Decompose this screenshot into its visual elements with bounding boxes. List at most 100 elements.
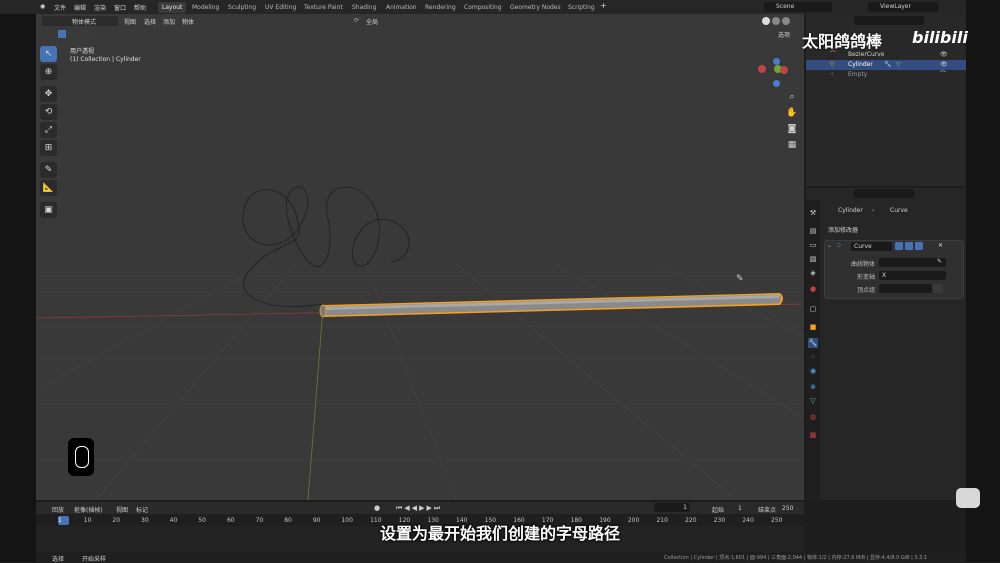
menu-render[interactable]: 渲染 bbox=[94, 3, 106, 12]
menu-file[interactable]: 文件 bbox=[54, 3, 66, 12]
tab-texture-paint[interactable]: Texture Paint bbox=[300, 2, 347, 13]
rotate-tool-button[interactable]: ⟲ bbox=[40, 104, 57, 120]
physics-tab-icon[interactable]: ◉ bbox=[808, 366, 818, 376]
viewport-toggle[interactable] bbox=[905, 242, 913, 250]
measure-tool-button[interactable]: 📐 bbox=[40, 180, 57, 196]
zoom-icon[interactable]: ⌕ bbox=[785, 90, 799, 104]
scene-selector[interactable]: Scene bbox=[764, 2, 832, 12]
options-button[interactable]: 选项 bbox=[778, 30, 790, 39]
outliner-row[interactable]: ⁘ Empty ⌒ bbox=[806, 70, 966, 80]
end-frame-value[interactable]: 250 bbox=[782, 505, 793, 512]
tl-menu-playback[interactable]: 回放 bbox=[52, 505, 64, 514]
vp-menu-add[interactable]: 添加 bbox=[163, 17, 175, 26]
curve-object-label: 曲线物体 bbox=[850, 261, 875, 268]
texture-tab-icon[interactable]: ▩ bbox=[808, 430, 818, 440]
tab-uv-editing[interactable]: UV Editing bbox=[261, 2, 300, 13]
tab-sculpting[interactable]: Sculpting bbox=[224, 2, 260, 13]
data-tab-icon[interactable]: ▽ bbox=[808, 396, 818, 406]
tab-compositing[interactable]: Compositing bbox=[460, 2, 506, 13]
scene-tab-icon[interactable]: ◈ bbox=[808, 268, 818, 278]
menu-edit[interactable]: 编辑 bbox=[74, 3, 86, 12]
eyedropper-icon[interactable]: ✎ bbox=[937, 258, 942, 265]
pan-hand-icon[interactable]: ✋ bbox=[785, 106, 799, 120]
tab-rendering[interactable]: Rendering bbox=[421, 2, 460, 13]
timeline-tick-label: 240 bbox=[742, 517, 754, 524]
tl-menu-keying[interactable]: 抠像(插帧) bbox=[74, 505, 103, 514]
mode-selector[interactable]: 物体模式 bbox=[60, 16, 118, 26]
timeline-tick-label: 230 bbox=[713, 517, 726, 524]
start-frame-label: 起始 bbox=[712, 507, 725, 514]
world-tab-icon[interactable]: ● bbox=[808, 284, 818, 294]
transform-orientation[interactable]: 全局 bbox=[366, 17, 378, 26]
tool-tab-icon[interactable]: ⚒ bbox=[808, 208, 818, 218]
tab-layout[interactable]: Layout bbox=[158, 2, 187, 13]
vp-menu-select[interactable]: 选择 bbox=[144, 17, 156, 26]
render-tab-icon[interactable]: ▤ bbox=[808, 226, 818, 236]
visibility-eye-icon[interactable]: 👁 bbox=[940, 60, 948, 70]
tl-menu-marker[interactable]: 标记 bbox=[136, 505, 148, 514]
scene-name: Scene bbox=[776, 3, 795, 10]
curve-object-field[interactable] bbox=[879, 258, 946, 267]
cursor-tool-button[interactable]: ⊕ bbox=[40, 64, 57, 80]
edit-mode-toggle[interactable] bbox=[895, 242, 903, 250]
scale-tool-button[interactable]: ⤢ bbox=[40, 122, 57, 138]
invert-vertex-group-button[interactable] bbox=[933, 284, 943, 293]
outliner-row-selected[interactable]: ▽ Cylinder 🔧 ▽ 👁 bbox=[806, 60, 966, 70]
material-tab-icon[interactable]: ◍ bbox=[808, 412, 818, 422]
transform-tool-button[interactable]: ⊞ bbox=[40, 140, 57, 156]
playback-controls[interactable]: ⏮◀◀▶▶⏭ bbox=[396, 504, 442, 513]
timeline-tick-label: 60 bbox=[226, 517, 235, 524]
tab-modeling[interactable]: Modeling bbox=[188, 2, 223, 13]
collapse-chevron-icon[interactable]: ⌄ bbox=[827, 242, 832, 249]
visibility-eye-icon[interactable]: ⌒ bbox=[940, 70, 946, 80]
eyedropper-cursor-icon: ✎ bbox=[736, 274, 744, 284]
outliner-search-input[interactable] bbox=[854, 16, 924, 25]
deform-axis-label: 形变轴 bbox=[856, 274, 875, 281]
output-tab-icon[interactable]: ▭ bbox=[808, 240, 818, 250]
vp-menu-object[interactable]: 物体 bbox=[182, 17, 194, 26]
menu-help[interactable]: 帮助 bbox=[134, 3, 146, 12]
tl-menu-view[interactable]: 视图 bbox=[116, 505, 128, 514]
modifier-name-field[interactable]: Curve bbox=[851, 242, 892, 251]
select-tool-button[interactable]: ↖ bbox=[40, 46, 57, 62]
shading-buttons[interactable] bbox=[692, 16, 796, 26]
render-toggle[interactable] bbox=[915, 242, 923, 250]
tab-geometry-nodes[interactable]: Geometry Nodes bbox=[506, 2, 565, 13]
deform-axis-select[interactable]: X bbox=[879, 271, 946, 280]
selection-mode-buttons[interactable] bbox=[58, 30, 108, 39]
outliner-item-label: Cylinder bbox=[848, 61, 873, 68]
record-icon[interactable]: ● bbox=[374, 504, 380, 512]
outliner-header bbox=[810, 16, 960, 25]
constraints-tab-icon[interactable]: ⊗ bbox=[808, 382, 818, 392]
collection-tab-icon[interactable]: ▢ bbox=[808, 304, 818, 314]
letter-curve-path[interactable] bbox=[242, 186, 410, 308]
view-layer-tab-icon[interactable]: ▧ bbox=[808, 254, 818, 264]
3d-viewport[interactable]: ✎ 物体模式 视图 选择 添加 物体 ⟳ 全局 选项 用户透视 (1) Coll… bbox=[36, 14, 804, 500]
add-modifier-button[interactable]: 添加修改器 bbox=[828, 225, 858, 234]
particles-tab-icon[interactable]: ⁘ bbox=[808, 352, 818, 362]
modifier-tab-icon[interactable]: 🔧 bbox=[808, 338, 818, 348]
curve-modifier-panel: ⌄ ⊃ Curve ✕ 曲线物体 ✎ 形变轴 X 顶点组 bbox=[824, 240, 964, 299]
start-frame-value[interactable]: 1 bbox=[738, 505, 742, 512]
add-cube-tool-button[interactable]: ▣ bbox=[40, 202, 57, 218]
vp-menu-view[interactable]: 视图 bbox=[124, 17, 136, 26]
camera-view-icon[interactable]: ◙ bbox=[785, 122, 799, 136]
add-workspace-icon[interactable]: + bbox=[600, 1, 607, 10]
delete-modifier-icon[interactable]: ✕ bbox=[938, 242, 943, 249]
menu-window[interactable]: 窗口 bbox=[114, 3, 126, 12]
cylinder-object[interactable] bbox=[319, 293, 783, 318]
tab-shading[interactable]: Shading bbox=[348, 2, 380, 13]
properties-search-input[interactable] bbox=[854, 189, 914, 198]
current-frame-field[interactable]: 1 bbox=[654, 503, 690, 512]
orientation-icon[interactable]: ⟳ bbox=[354, 17, 359, 24]
annotate-tool-button[interactable]: ✎ bbox=[40, 162, 57, 178]
grid-toggle-icon[interactable]: ▦ bbox=[785, 138, 799, 152]
move-tool-button[interactable]: ✥ bbox=[40, 86, 57, 102]
tab-animation[interactable]: Animation bbox=[382, 2, 421, 13]
blender-logo-icon[interactable]: ◉ bbox=[40, 3, 45, 10]
view-layer-selector[interactable]: ViewLayer bbox=[868, 2, 938, 12]
object-tab-icon[interactable]: ■ bbox=[808, 322, 818, 332]
visibility-eye-icon[interactable]: 👁 bbox=[940, 50, 948, 60]
tab-scripting[interactable]: Scripting bbox=[564, 2, 599, 13]
vertex-group-field[interactable] bbox=[879, 284, 932, 293]
